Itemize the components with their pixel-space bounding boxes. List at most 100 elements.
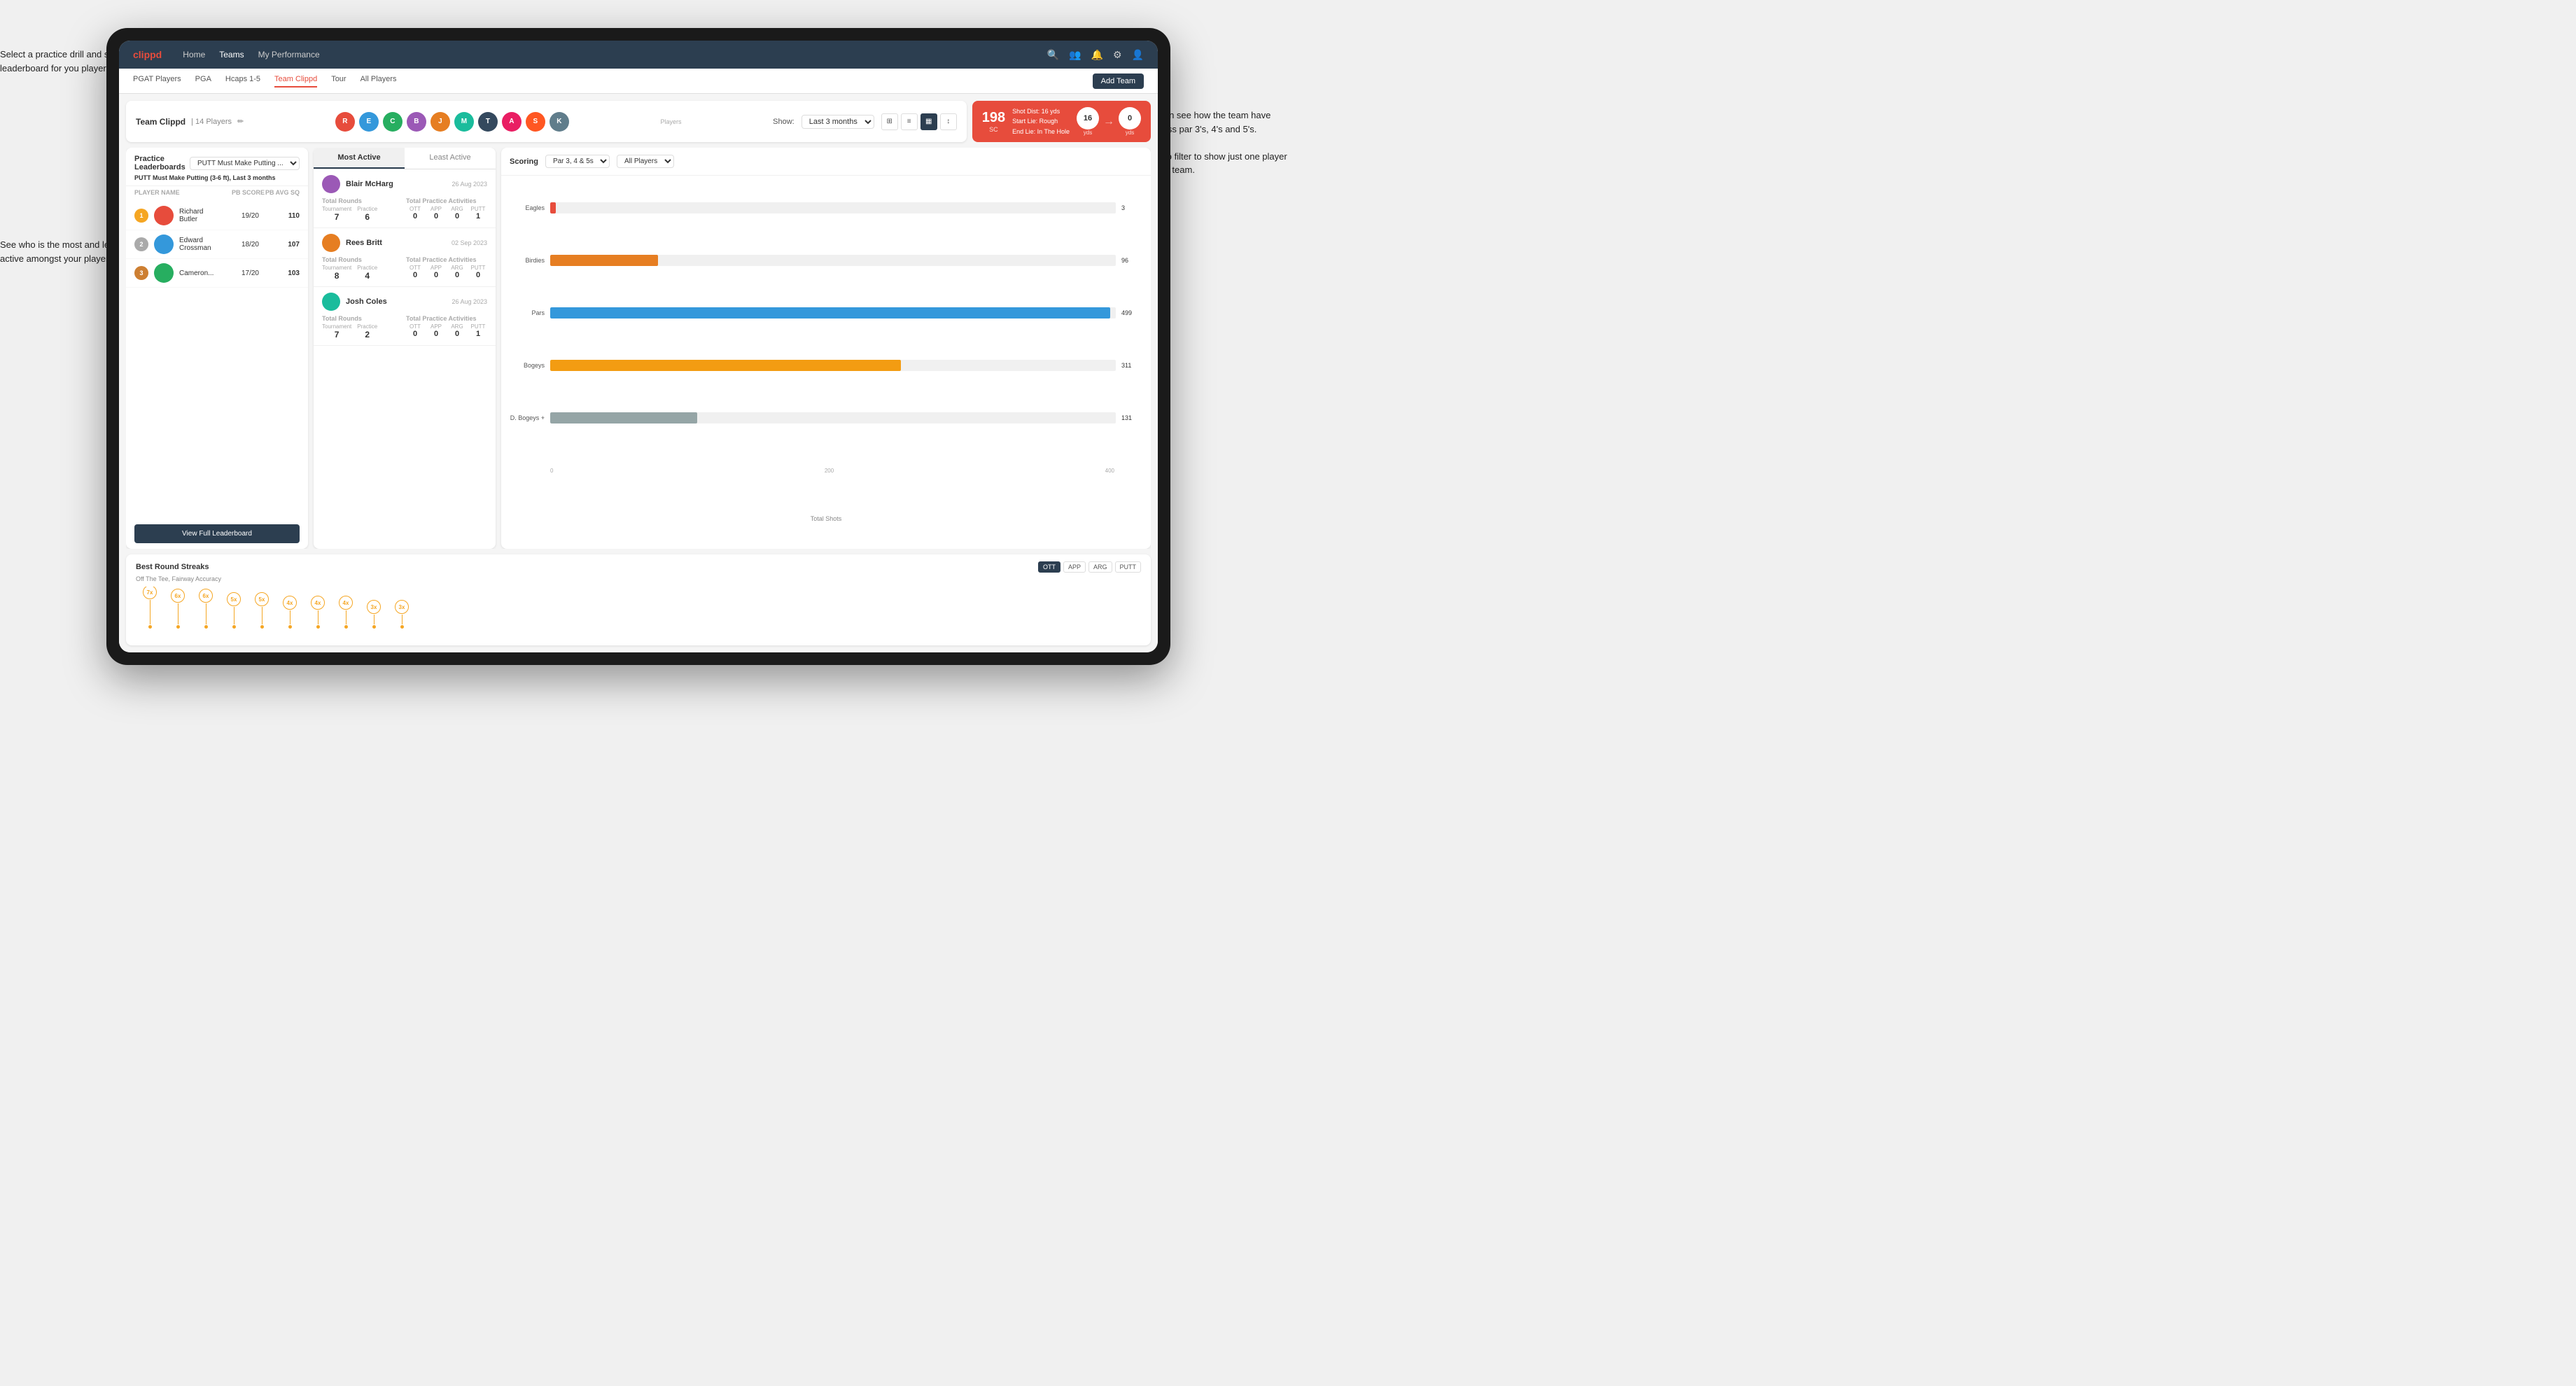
dbogeys-value: 131 xyxy=(1121,414,1142,421)
avatar-10: K xyxy=(550,112,569,132)
bogeys-value: 311 xyxy=(1121,362,1142,369)
most-active-tab[interactable]: Most Active xyxy=(314,148,405,169)
streaks-app-button[interactable]: APP xyxy=(1063,561,1086,573)
par-filter-select[interactable]: Par 3, 4 & 5s xyxy=(545,155,610,168)
player-avatar-rees xyxy=(322,234,340,252)
scoring-header: Scoring Par 3, 4 & 5s All Players xyxy=(501,148,1151,176)
eagles-value: 3 xyxy=(1121,204,1142,211)
player-avg-1: 110 xyxy=(265,212,300,220)
player-avatar-blair xyxy=(322,175,340,193)
shot-details: Shot Dist: 16 yds Start Lie: Rough End L… xyxy=(1012,106,1070,136)
avatar-7: T xyxy=(478,112,498,132)
subnav-tour[interactable]: Tour xyxy=(331,75,346,88)
drill-selector[interactable]: PUTT Must Make Putting ... xyxy=(190,157,300,170)
players-label: Players xyxy=(661,118,682,125)
activity-tabs: Most Active Least Active xyxy=(314,148,496,169)
pars-bar xyxy=(550,307,1110,318)
nav-logo: clippd xyxy=(133,49,162,60)
player-card-1: Blair McHarg 26 Aug 2023 Total Rounds To… xyxy=(314,169,496,228)
bogeys-bar xyxy=(550,360,901,371)
player-date-blair: 26 Aug 2023 xyxy=(451,181,487,188)
team-info: Team Clippd | 14 Players ✏ xyxy=(136,117,244,127)
players-filter-select[interactable]: All Players xyxy=(617,155,674,168)
birdies-value: 96 xyxy=(1121,257,1142,264)
player-card-3: Josh Coles 26 Aug 2023 Total Rounds Tour… xyxy=(314,287,496,346)
avatar-richard xyxy=(154,206,174,225)
player-avg-3: 103 xyxy=(265,270,300,277)
three-columns: Practice Leaderboards PUTT Must Make Put… xyxy=(126,148,1151,549)
player-score-3: 17/20 xyxy=(224,270,259,277)
streaks-arg-button[interactable]: ARG xyxy=(1088,561,1112,573)
view-sort-button[interactable]: ↕ xyxy=(940,113,957,130)
view-list-button[interactable]: ≡ xyxy=(901,113,918,130)
streak-dot-6x-1: 6x xyxy=(171,589,185,629)
least-active-tab[interactable]: Least Active xyxy=(405,148,496,169)
lb-col-headers: PLAYER NAME PB SCORE PB AVG SQ xyxy=(126,186,308,199)
rank-1: 1 xyxy=(134,209,148,223)
eagles-bar xyxy=(550,202,556,214)
yards-start: 16 xyxy=(1077,107,1099,130)
people-icon[interactable]: 👥 xyxy=(1069,49,1081,61)
activity-panel: Most Active Least Active Blair McHarg 26… xyxy=(314,148,496,549)
subnav-team-clippd[interactable]: Team Clippd xyxy=(274,75,317,88)
tournament-2: 8 xyxy=(322,271,351,281)
view-cards-button[interactable]: ▦ xyxy=(920,113,937,130)
subnav: PGAT Players PGA Hcaps 1-5 Team Clippd T… xyxy=(119,69,1158,94)
navbar: clippd Home Teams My Performance 🔍 👥 🔔 ⚙… xyxy=(119,41,1158,69)
subnav-pga[interactable]: PGA xyxy=(195,75,211,88)
main-content: Team Clippd | 14 Players ✏ R E C B J M T… xyxy=(119,94,1158,652)
edit-icon[interactable]: ✏ xyxy=(237,117,244,126)
player-score-1: 19/20 xyxy=(224,212,259,220)
shot-number: 198 SC xyxy=(982,110,1005,133)
leaderboard-header: Practice Leaderboards PUTT Must Make Put… xyxy=(126,148,308,186)
avatar-4: B xyxy=(407,112,426,132)
avatar-8: A xyxy=(502,112,522,132)
player-name-josh: Josh Coles xyxy=(346,298,446,306)
streaks-ott-button[interactable]: OTT xyxy=(1038,561,1060,573)
search-icon[interactable]: 🔍 xyxy=(1047,49,1059,61)
lb-entry-3: 3 Cameron... 17/20 103 xyxy=(126,259,308,288)
avatar-6: M xyxy=(454,112,474,132)
nav-my-performance[interactable]: My Performance xyxy=(258,50,320,59)
birdies-bar-container xyxy=(550,255,1116,266)
streaks-putt-button[interactable]: PUTT xyxy=(1115,561,1142,573)
practice-1: 6 xyxy=(357,212,377,222)
nav-home[interactable]: Home xyxy=(183,50,205,59)
streaks-subtitle: Off The Tee, Fairway Accuracy xyxy=(136,575,1141,582)
chart-axis: 0 200 400 xyxy=(550,468,1142,474)
settings-icon[interactable]: ⚙ xyxy=(1113,49,1122,61)
user-icon[interactable]: 👤 xyxy=(1132,49,1144,61)
streaks-header: Best Round Streaks OTT APP ARG PUTT xyxy=(136,561,1141,573)
subnav-all-players[interactable]: All Players xyxy=(360,75,397,88)
chart-row-dbogeys: D. Bogeys + 131 xyxy=(510,412,1142,424)
chart-row-eagles: Eagles 3 xyxy=(510,202,1142,214)
show-period-select[interactable]: Last 3 months xyxy=(802,115,874,129)
drill-subtitle: PUTT Must Make Putting (3-6 ft), Last 3 … xyxy=(134,174,300,181)
view-grid-button[interactable]: ⊞ xyxy=(881,113,898,130)
dbogeys-bar-container xyxy=(550,412,1116,424)
team-name: Team Clippd xyxy=(136,117,186,127)
subnav-pgat[interactable]: PGAT Players xyxy=(133,75,181,88)
avatar-5: J xyxy=(430,112,450,132)
streak-dot-4x-3: 4x xyxy=(339,596,353,629)
player-cards: Blair McHarg 26 Aug 2023 Total Rounds To… xyxy=(314,169,496,549)
shot-info: 198 SC Shot Dist: 16 yds Start Lie: Roug… xyxy=(972,101,1151,142)
arrow-icon: → xyxy=(1103,115,1114,128)
bell-icon[interactable]: 🔔 xyxy=(1091,49,1103,61)
add-team-button[interactable]: Add Team xyxy=(1093,74,1144,89)
bogeys-label: Bogeys xyxy=(510,362,545,369)
leaderboard-title: Practice Leaderboards xyxy=(134,155,190,172)
player-score-2: 18/20 xyxy=(224,241,259,248)
tournament-1: 7 xyxy=(322,212,351,222)
nav-teams[interactable]: Teams xyxy=(219,50,244,59)
scoring-panel: Scoring Par 3, 4 & 5s All Players Eagles xyxy=(501,148,1151,549)
player-name-3: Cameron... xyxy=(179,270,218,277)
nav-icons: 🔍 👥 🔔 ⚙ 👤 xyxy=(1047,49,1144,61)
lb-entry-1: 1 Richard Butler 19/20 110 xyxy=(126,202,308,230)
view-full-leaderboard-button[interactable]: View Full Leaderboard xyxy=(134,524,300,543)
yards-end: 0 xyxy=(1119,107,1141,130)
subnav-hcaps[interactable]: Hcaps 1-5 xyxy=(225,75,260,88)
rank-2: 2 xyxy=(134,237,148,251)
birdies-bar xyxy=(550,255,658,266)
avatar-3: C xyxy=(383,112,402,132)
